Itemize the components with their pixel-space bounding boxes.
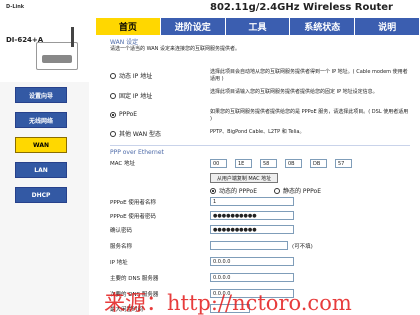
option-other-wan[interactable]: 其他 WAN 型态 — [110, 129, 161, 138]
side-menu-wan[interactable]: WAN — [15, 137, 67, 153]
header-bar: D-Link 802.11g/2.4GHz Wireless Router — [0, 0, 420, 20]
mac-byte-4[interactable]: 0B — [285, 159, 302, 168]
dynamic-pppoe-option[interactable]: 动态的 PPPoE — [210, 186, 257, 195]
static-pppoe-option[interactable]: 静态的 PPPoE — [274, 186, 321, 195]
clone-mac-button[interactable]: 从用户端复制 MAC 地址 — [210, 173, 278, 183]
radio-button[interactable] — [110, 130, 116, 137]
confirm-password-input[interactable]: ●●●●●●●●●● — [210, 225, 294, 234]
side-menu-dhcp[interactable]: DHCP — [15, 187, 67, 203]
mac-byte-2[interactable]: 1E — [235, 159, 252, 168]
radio-button-selected[interactable] — [110, 111, 116, 118]
product-title: 802.11g/2.4GHz Wireless Router — [210, 2, 393, 13]
side-menu-setup-wizard[interactable]: 设置向导 — [15, 87, 67, 103]
option-static-ip[interactable]: 固定 IP 地址 — [110, 91, 152, 100]
tab-tools[interactable]: 工具 — [225, 18, 290, 35]
mac-byte-6[interactable]: 57 — [335, 159, 352, 168]
username-input[interactable]: 1 — [210, 197, 294, 206]
mac-byte-3[interactable]: 58 — [260, 159, 277, 168]
main-content: WAN 设定 请选一个适当的 WAN 设定来连接您的互联网服务提供者。 动态 I… — [96, 35, 420, 315]
option-dynamic-ip[interactable]: 动态 IP 地址 — [110, 71, 152, 80]
ip-label: IP 地址 — [110, 260, 128, 266]
divider — [110, 145, 410, 146]
watermark: 来源：http://nctoro.com — [104, 291, 352, 315]
radio-button-selected[interactable] — [210, 187, 216, 194]
mac-byte-5[interactable]: DB — [310, 159, 327, 168]
radio-button[interactable] — [110, 72, 116, 79]
confirm-password-label: 确认密码 — [110, 228, 133, 234]
password-label: PPPoE 使用者密码 — [110, 214, 156, 220]
ip-input[interactable]: 0.0.0.0 — [210, 257, 294, 266]
radio-button[interactable] — [274, 187, 280, 194]
mac-label: MAC 地址 — [110, 161, 135, 167]
option-other-wan-description: PPTP、BigPond Cable、L2TP 和 Telia。 — [210, 129, 305, 135]
option-pppoe[interactable]: PPPoE — [110, 111, 137, 118]
optional-hint: (可不填) — [292, 244, 313, 250]
primary-dns-label: 主要的 DNS 服务器 — [110, 276, 159, 282]
tab-advanced[interactable]: 进阶设定 — [160, 18, 225, 35]
tab-home[interactable]: 首页 — [96, 18, 160, 35]
top-navigation: 首页 进阶设定 工具 系统状态 说明 — [96, 18, 420, 35]
side-menu-lan[interactable]: LAN — [15, 162, 67, 178]
option-pppoe-description: 如果您的互联网服务提供者提供给您的是 PPPoE 服务，请选择此项目。( DSL… — [210, 109, 409, 122]
service-name-input[interactable] — [210, 241, 288, 250]
dlink-logo: D-Link — [6, 4, 25, 10]
service-name-label: 服务名称 — [110, 244, 133, 250]
option-static-ip-description: 选择此项目请输入您的互联网服务提供者提供给您的固定 IP 地址设定信息。 — [210, 89, 378, 95]
mac-byte-1[interactable]: 00 — [210, 159, 227, 168]
option-dynamic-ip-description: 选择此项目会自动地从您的互联网服务提供者得到一个 IP 地址。( Cable m… — [210, 69, 408, 82]
radio-button[interactable] — [110, 92, 116, 99]
tab-help[interactable]: 说明 — [355, 18, 419, 35]
pppoe-title: PPP over Ethernet — [110, 149, 164, 156]
password-input[interactable]: ●●●●●●●●●● — [210, 211, 294, 220]
primary-dns-input[interactable]: 0.0.0.0 — [210, 273, 294, 282]
tab-status[interactable]: 系统状态 — [290, 18, 355, 35]
username-label: PPPoE 使用者名称 — [110, 200, 156, 206]
wan-description: 请选一个适当的 WAN 设定来连接您的互联网服务提供者。 — [110, 46, 241, 52]
side-menu-wireless[interactable]: 无线网络 — [15, 112, 67, 128]
router-icon — [36, 27, 78, 70]
